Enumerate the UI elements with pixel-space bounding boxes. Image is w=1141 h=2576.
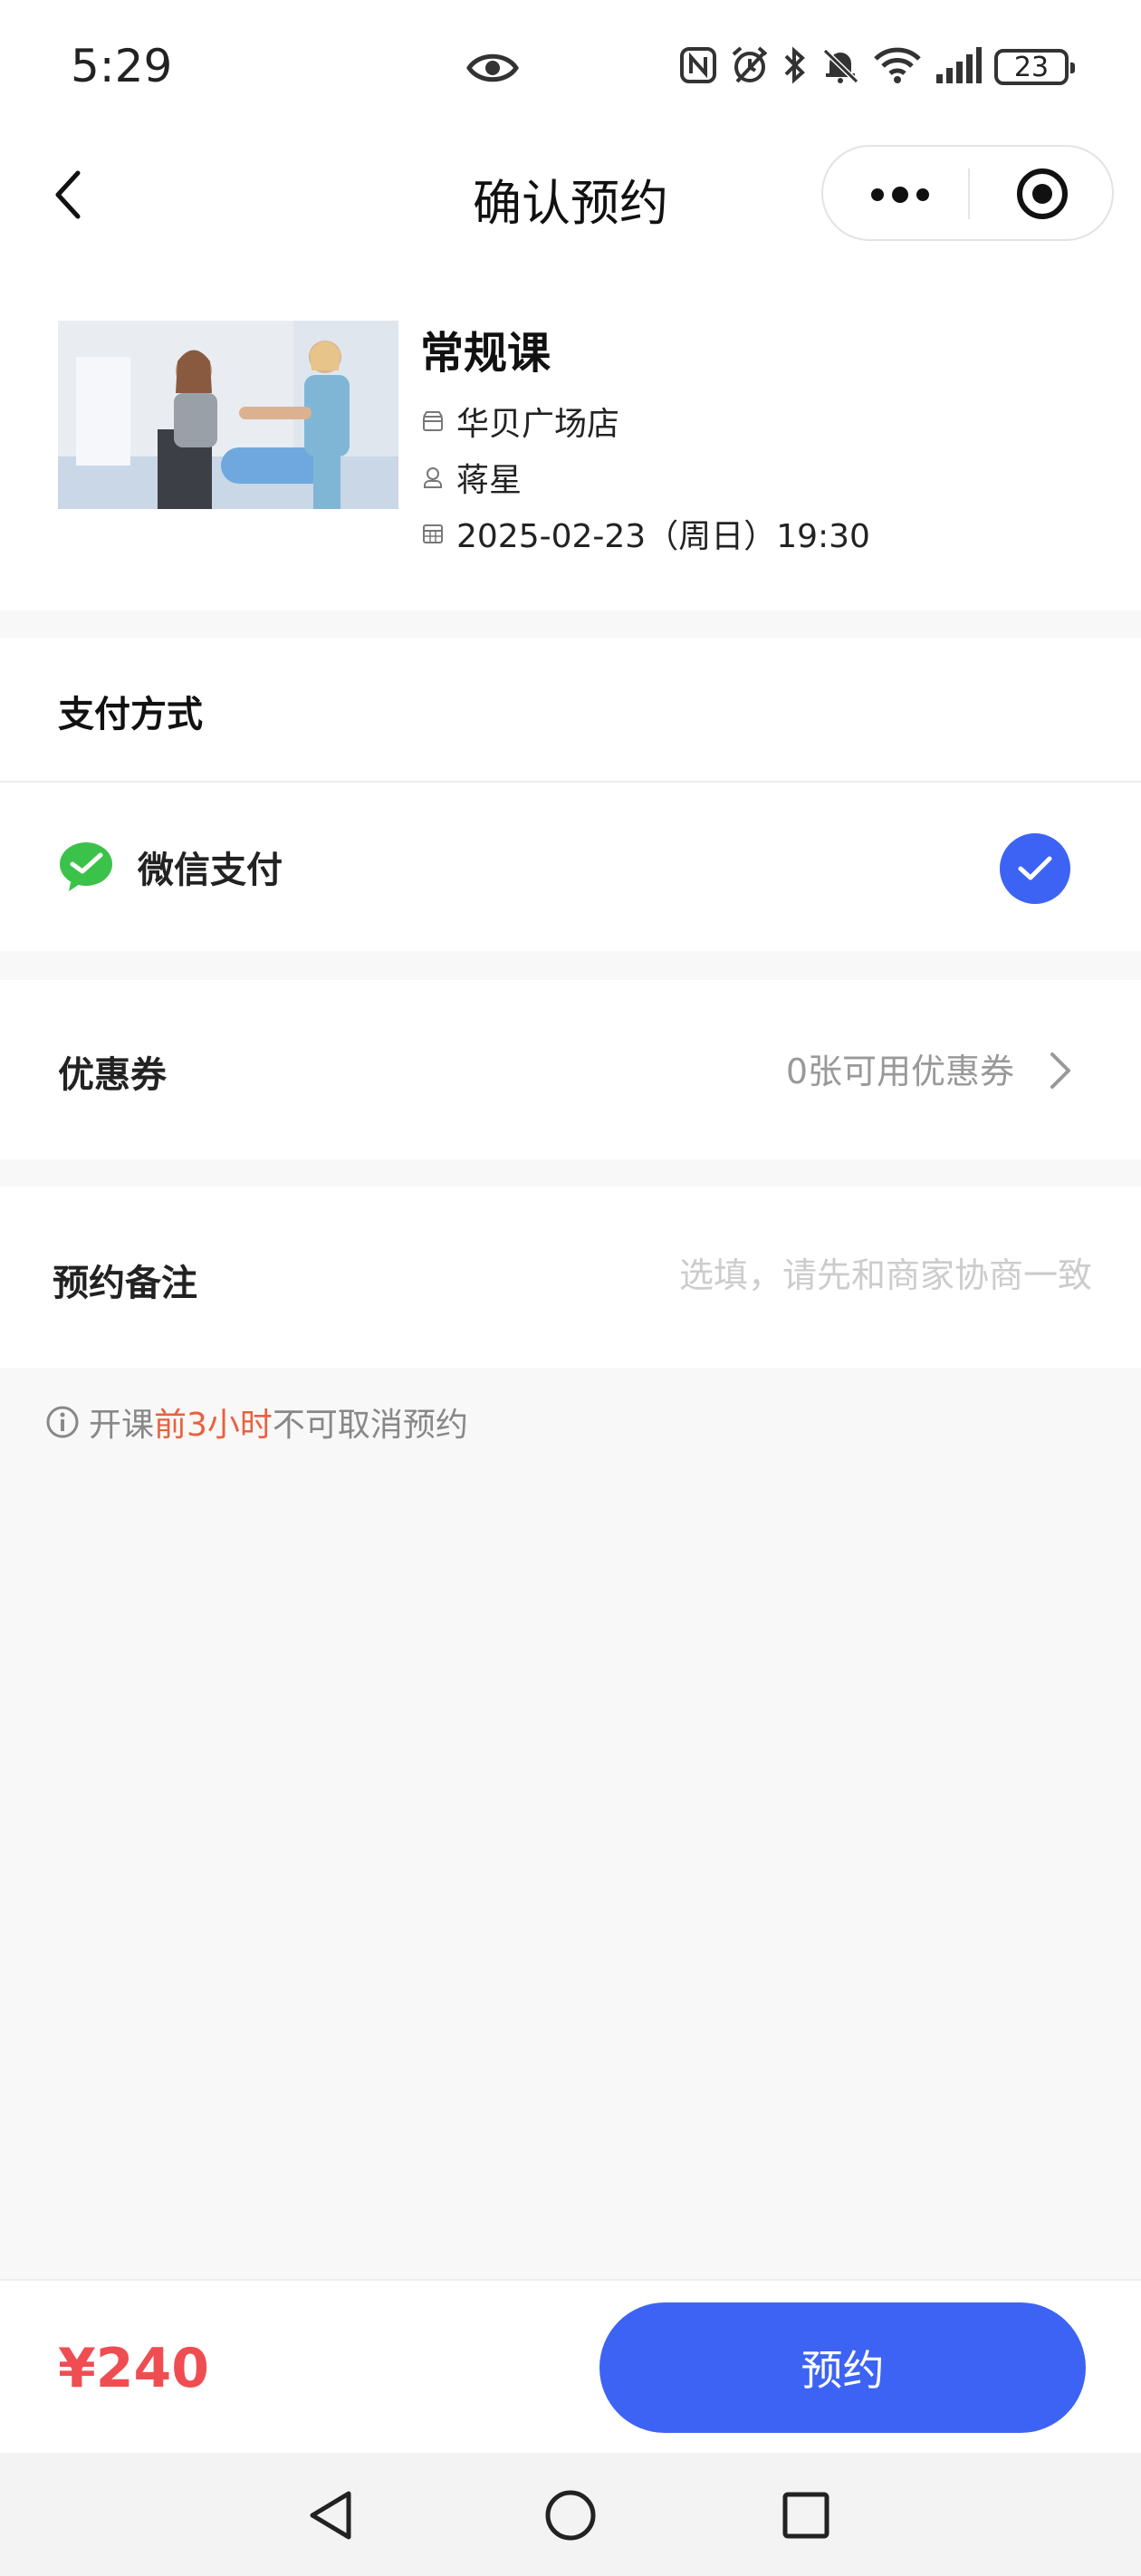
- status-icons: 23: [679, 45, 1075, 89]
- coupon-value: 0张可用优惠券: [785, 1052, 1014, 1091]
- nav-bar: 确认预约: [0, 136, 1141, 254]
- alarm-icon: [730, 45, 770, 89]
- close-button[interactable]: [1015, 167, 1069, 221]
- wifi-icon: [873, 46, 922, 88]
- course-coach: 蒋星: [456, 462, 523, 499]
- tip-highlight: 前3小时: [154, 1407, 273, 1444]
- payment-option-wechat[interactable]: 微信支付: [0, 783, 1141, 951]
- recent-square-icon[interactable]: [774, 2484, 838, 2547]
- battery-icon: 23: [994, 49, 1075, 85]
- tip-suffix: 不可取消预约: [272, 1407, 468, 1444]
- course-photo: [58, 321, 398, 509]
- info-icon: [45, 1405, 80, 1439]
- eye-icon: [466, 51, 519, 89]
- more-button[interactable]: [859, 172, 941, 217]
- home-circle-icon[interactable]: [539, 2484, 602, 2547]
- payment-selected-radio[interactable]: [1000, 833, 1070, 904]
- chevron-right-icon: [1041, 1045, 1078, 1096]
- tip-prefix: 开课: [89, 1407, 155, 1444]
- page: 5:29 23 确认预约 常规课 华贝广场店 蒋星 2025-02-23（周日）…: [0, 0, 1141, 2576]
- course-card: 常规课 华贝广场店 蒋星 2025-02-23（周日）19:30: [0, 254, 1141, 610]
- course-title: 常规课: [420, 328, 551, 379]
- mute-icon: [820, 45, 860, 89]
- system-nav-bar: [0, 2453, 1141, 2576]
- status-time: 5:29: [71, 40, 173, 92]
- status-bar: 5:29 23: [0, 0, 1141, 136]
- course-datetime-row: 2025-02-23（周日）19:30: [420, 505, 870, 562]
- store-icon: [420, 409, 446, 434]
- target-icon: [1017, 168, 1068, 219]
- signal-icon: [935, 47, 982, 87]
- note-input[interactable]: [511, 1243, 1094, 1308]
- course-coach-row: 蒋星: [420, 449, 870, 505]
- note-row: 预约备注: [0, 1187, 1141, 1368]
- coupon-label: 优惠券: [58, 1054, 167, 1096]
- course-info: 常规课 华贝广场店 蒋星 2025-02-23（周日）19:30: [420, 317, 870, 562]
- coupon-row[interactable]: 优惠券 0张可用优惠券: [0, 980, 1141, 1159]
- back-triangle-icon[interactable]: [299, 2484, 362, 2547]
- calendar-icon: [420, 521, 446, 546]
- nfc-icon: [679, 46, 717, 88]
- payment-section-header: 支付方式: [0, 638, 1141, 783]
- more-dots-icon: [871, 187, 929, 203]
- cancel-policy-tip: 开课 前3小时 不可取消预约: [45, 1399, 468, 1446]
- wechat-pay-icon: [58, 841, 114, 891]
- capsule-divider: [968, 168, 970, 219]
- book-button[interactable]: 预约: [599, 2302, 1086, 2433]
- course-store-row: 华贝广场店: [420, 393, 870, 449]
- person-icon: [420, 465, 446, 490]
- note-label: 预约备注: [53, 1263, 197, 1304]
- check-icon: [1018, 856, 1052, 880]
- bluetooth-icon: [782, 45, 808, 89]
- bottom-bar: ¥240 预约: [0, 2279, 1141, 2453]
- payment-method-label: 微信支付: [138, 850, 283, 891]
- course-datetime: 2025-02-23（周日）19:30: [456, 518, 870, 555]
- course-store: 华贝广场店: [456, 406, 620, 443]
- total-price: ¥240: [58, 2337, 209, 2400]
- payment-section-title: 支付方式: [58, 694, 203, 735]
- mini-program-capsule: [821, 145, 1114, 241]
